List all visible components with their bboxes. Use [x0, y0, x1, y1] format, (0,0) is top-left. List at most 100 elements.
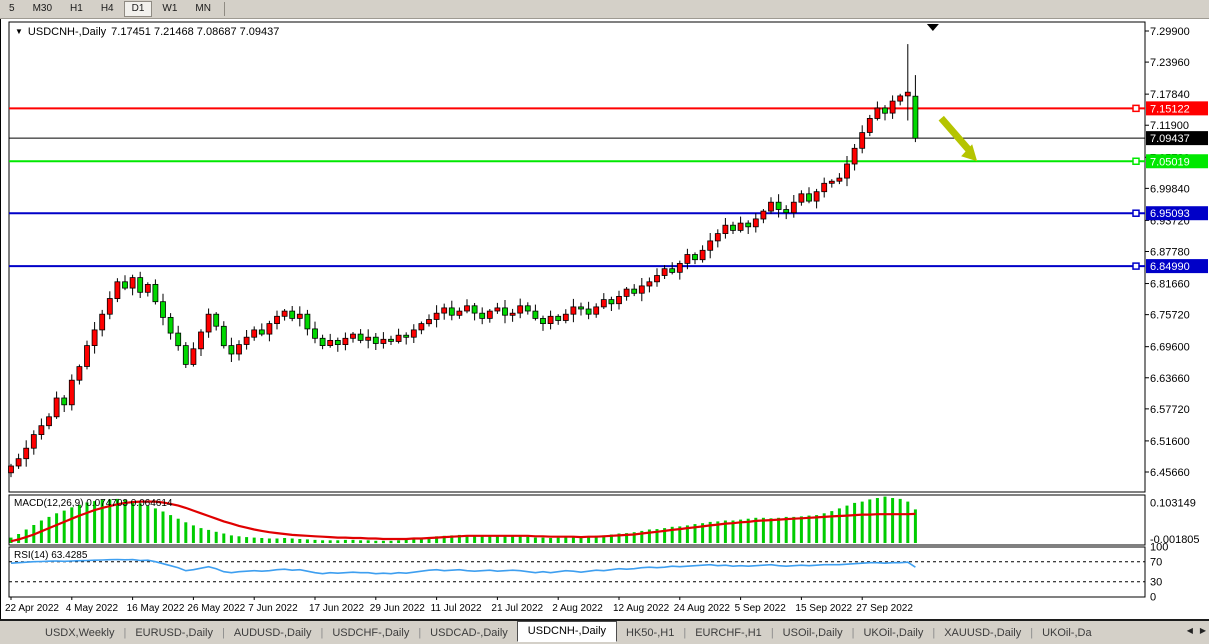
candle-body: [898, 96, 903, 101]
macd-histogram-bar: [344, 540, 347, 543]
chart-tab-eurusd-daily[interactable]: EURUSD-,Daily: [126, 625, 222, 641]
candle-body: [860, 133, 865, 149]
candle-body: [601, 300, 606, 307]
rsi-axis-label: 30: [1150, 577, 1162, 589]
chart-tab-usdcnh-daily[interactable]: USDCNH-,Daily: [517, 621, 617, 642]
candle-body: [905, 92, 910, 96]
chart-tab-usdcad-daily[interactable]: USDCAD-,Daily: [421, 625, 517, 641]
timeframe-button-m30[interactable]: M30: [25, 1, 60, 17]
candle-body: [396, 335, 401, 341]
candle-body: [290, 311, 295, 318]
chart-tab-usdx-weekly[interactable]: USDX,Weekly: [36, 625, 123, 641]
price-axis-label: 6.45660: [1150, 467, 1190, 479]
candle-body: [54, 398, 59, 417]
candle-body: [335, 340, 340, 344]
candle-body: [275, 316, 280, 323]
candle-body: [123, 282, 128, 288]
price-axis-label: 6.75720: [1150, 310, 1190, 322]
candle-body: [320, 338, 325, 345]
macd-histogram-bar: [785, 517, 788, 543]
date-label: 15 Sep 2022: [795, 603, 852, 614]
tab-scroll-arrows: ◀▶: [1187, 626, 1206, 635]
chart-tab-usoil-daily[interactable]: USOil-,Daily: [774, 625, 852, 641]
macd-histogram-bar: [245, 537, 248, 543]
candle-body: [419, 324, 424, 330]
price-axis-label: 6.81660: [1150, 279, 1190, 291]
candle-body: [700, 250, 705, 259]
chart-tab-eurchf-h1[interactable]: EURCHF-,H1: [686, 625, 771, 641]
chart-window[interactable]: 7.299007.239607.178407.119007.057806.998…: [0, 19, 1209, 619]
candle-body: [313, 329, 318, 338]
macd-histogram-bar: [367, 540, 370, 543]
chart-tab-ukoil-daily[interactable]: UKOil-,Daily: [854, 625, 932, 641]
candle-body: [145, 284, 150, 292]
date-label: 7 Jun 2022: [248, 603, 298, 614]
candle-body: [533, 311, 538, 318]
candle-body: [875, 108, 880, 119]
candle-body: [548, 316, 553, 323]
timeframe-button-h1[interactable]: H1: [62, 1, 91, 17]
candle-body: [495, 308, 500, 311]
tab-scroll-left-icon[interactable]: ◀: [1187, 626, 1193, 635]
timeframe-button-d1[interactable]: D1: [124, 1, 153, 17]
candle-body: [199, 332, 204, 349]
candle-body: [16, 459, 21, 466]
macd-histogram-bar: [557, 538, 560, 543]
candle-body: [62, 398, 67, 405]
candle-body: [358, 334, 363, 340]
price-badge-7.05019: 7.05019: [1146, 154, 1208, 168]
macd-axis-max: 0.103149: [1150, 498, 1196, 510]
candle-body: [465, 306, 470, 311]
candle-body: [670, 269, 675, 273]
macd-histogram-bar: [884, 497, 887, 543]
candle-body: [168, 317, 173, 333]
candle-body: [609, 300, 614, 304]
candle-body: [373, 337, 378, 343]
price-badge-6.95093: 6.95093: [1146, 206, 1208, 220]
dropdown-triangle-icon[interactable]: ▼: [15, 28, 23, 36]
macd-histogram-bar: [846, 506, 849, 543]
candle-body: [677, 263, 682, 272]
candle-body: [47, 417, 52, 426]
tab-scroll-right-icon[interactable]: ▶: [1200, 626, 1206, 635]
candle-body: [351, 334, 356, 338]
timeframe-button-h4[interactable]: H4: [93, 1, 122, 17]
macd-label: MACD(12,26,9) 0.074703 0.064614: [14, 498, 173, 509]
macd-histogram-bar: [48, 517, 51, 543]
mt4-terminal: { "toolbar": { "buttons": ["5", "M30", "…: [0, 0, 1209, 644]
rsi-label: RSI(14) 63.4285: [14, 550, 88, 561]
macd-histogram-bar: [177, 519, 180, 543]
chart-tab-xauusd-daily[interactable]: XAUUSD-,Daily: [935, 625, 1030, 641]
macd-histogram-bar: [306, 539, 309, 543]
candle-body: [814, 192, 819, 201]
candle-body: [411, 330, 416, 337]
candle-body: [822, 183, 827, 191]
candle-body: [176, 333, 181, 346]
price-axis-label: 6.51600: [1150, 436, 1190, 448]
candle-body: [381, 339, 386, 343]
candle-body: [130, 278, 135, 289]
timeframe-button-w1[interactable]: W1: [154, 1, 185, 17]
chart-tab-audusd-daily[interactable]: AUDUSD-,Daily: [225, 625, 321, 641]
date-label: 2 Aug 2022: [552, 603, 603, 614]
macd-histogram-bar: [253, 538, 256, 543]
candle-body: [100, 314, 105, 330]
chart-tab-hk50-h1[interactable]: HK50-,H1: [617, 625, 683, 641]
timeframe-button-mn[interactable]: MN: [187, 1, 219, 17]
candle-body: [206, 314, 211, 332]
chart-tab-ukoil-da[interactable]: UKOil-,Da: [1033, 625, 1101, 641]
macd-histogram-bar: [70, 507, 73, 543]
macd-histogram-bar: [268, 539, 271, 544]
macd-histogram-bar: [808, 516, 811, 543]
date-label: 27 Sep 2022: [856, 603, 913, 614]
price-axis-label: 6.87780: [1150, 247, 1190, 259]
candle-body: [366, 337, 371, 340]
macd-histogram-bar: [800, 516, 803, 543]
macd-histogram-bar: [359, 540, 362, 543]
candle-body: [404, 335, 409, 337]
macd-histogram-bar: [329, 540, 332, 543]
candle-body: [791, 202, 796, 213]
macd-histogram-bar: [534, 538, 537, 543]
timeframe-button-5[interactable]: 5: [1, 1, 23, 17]
chart-tab-usdchf-daily[interactable]: USDCHF-,Daily: [323, 625, 418, 641]
